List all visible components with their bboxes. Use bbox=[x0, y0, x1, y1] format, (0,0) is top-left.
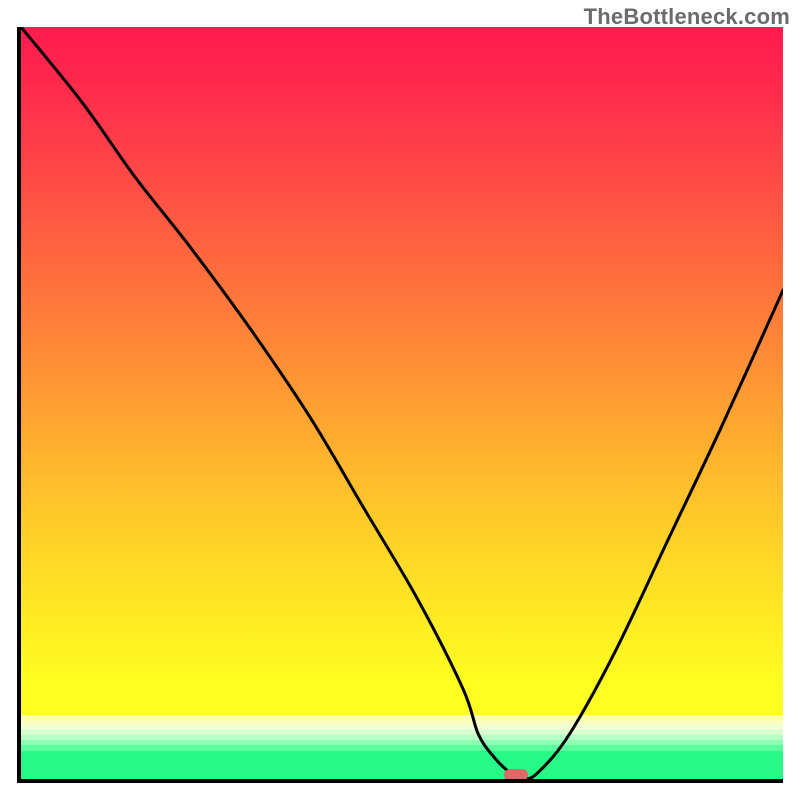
watermark-text: TheBottleneck.com bbox=[584, 4, 790, 30]
bottleneck-curve bbox=[21, 27, 783, 779]
chart-container: TheBottleneck.com bbox=[0, 0, 800, 800]
plot-frame bbox=[17, 27, 783, 783]
optimal-marker bbox=[504, 769, 528, 781]
